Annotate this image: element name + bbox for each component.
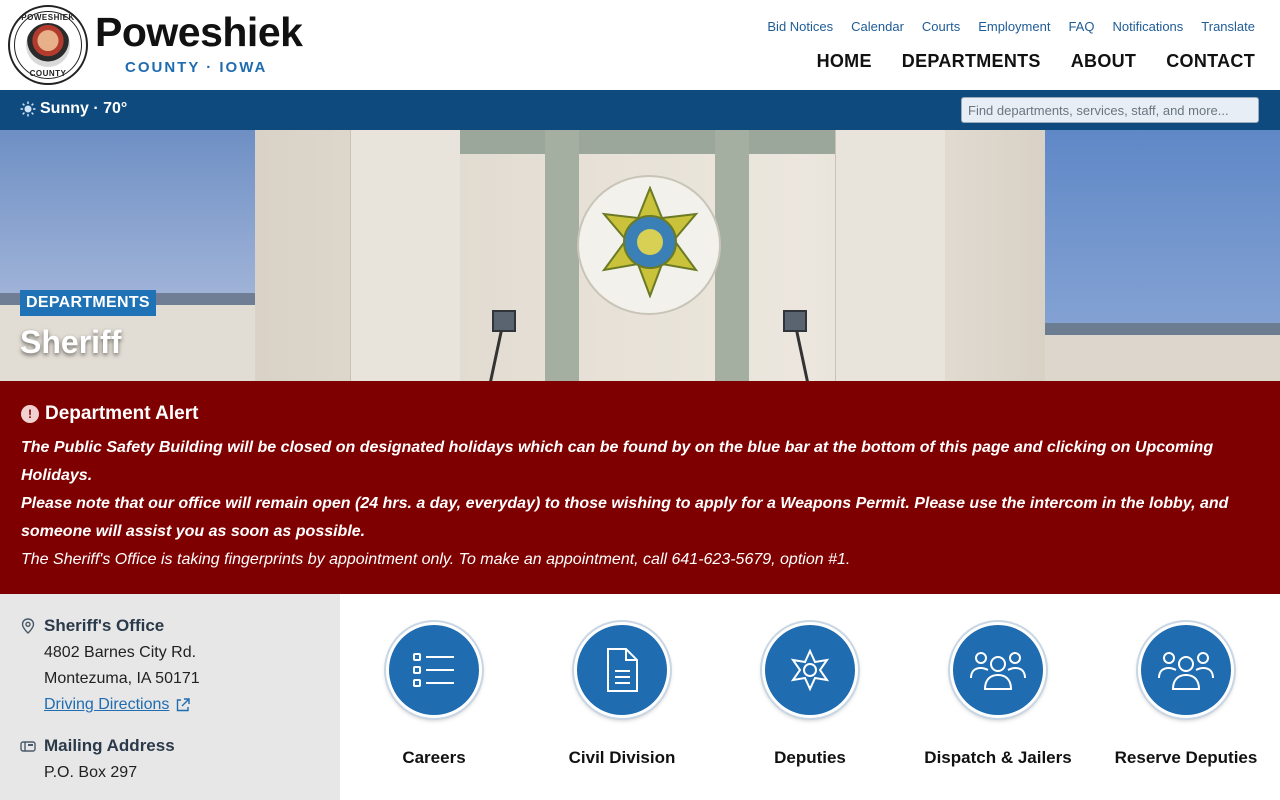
map-pin-icon [21,618,35,634]
hero-bg-wall-right [1045,335,1280,381]
quick-links: Careers Civil Division Deputies Dispatch… [340,594,1280,800]
site-header: POWESHIEK COUNTY Poweshiek COUNTY · IOWA… [0,0,1280,90]
nav-about[interactable]: ABOUT [1071,51,1137,72]
utility-link-bid-notices[interactable]: Bid Notices [767,19,833,34]
breadcrumb-departments[interactable]: DEPARTMENTS [20,290,156,316]
alert-header: ! Department Alert [21,403,1260,425]
county-seal-logo[interactable]: POWESHIEK COUNTY [8,5,88,85]
tile-circle [1138,622,1234,718]
utility-link-courts[interactable]: Courts [922,19,960,34]
site-subtitle: COUNTY · IOWA [125,59,268,76]
weather-search-bar: Sunny · 70° [0,90,1280,130]
sun-icon [20,101,36,117]
hero-bg-band [460,130,835,154]
hero-bg-ledge-right [1045,323,1280,335]
tile-circle [386,622,482,718]
office-title: Sheriff's Office [44,616,165,635]
document-icon [607,648,638,692]
contact-sidebar: Sheriff's Office 4802 Barnes City Rd. Mo… [0,594,340,800]
mailing-line1: P.O. Box 297 [44,764,138,781]
sheriff-star-icon [601,186,699,298]
alert-title: Department Alert [45,403,199,424]
seal-emblem [26,23,70,67]
tile-circle [762,622,858,718]
page-title: Sheriff [20,324,122,360]
tile-label: Deputies [774,748,846,767]
alert-line-weapons-permit: Please note that our office will remain … [21,495,1229,540]
external-link-icon [177,698,191,712]
tile-label: Dispatch & Jailers [924,748,1072,767]
driving-directions-link[interactable]: Driving Directions [44,692,191,718]
tile-circle [950,622,1046,718]
mailbox-icon [20,741,36,752]
weather-widget: Sunny · 70° [20,100,127,118]
tile-dispatch-jailers[interactable]: Dispatch & Jailers [908,622,1088,768]
site-search-input[interactable] [961,97,1259,123]
tile-civil-division[interactable]: Civil Division [532,622,712,768]
hero-banner: DEPARTMENTS Sheriff [0,130,1280,381]
utility-nav: Bid Notices Calendar Courts Employment F… [767,19,1255,34]
tile-reserve-deputies[interactable]: Reserve Deputies [1096,622,1276,768]
alert-line-holidays: The Public Safety Building will be close… [21,439,1214,484]
site-title[interactable]: Poweshiek [95,12,303,53]
tile-label: Careers [402,748,466,767]
group-icon [970,652,1026,690]
nav-departments[interactable]: DEPARTMENTS [902,51,1041,72]
nav-contact[interactable]: CONTACT [1166,51,1255,72]
group-icon [1158,652,1214,690]
utility-link-faq[interactable]: FAQ [1068,19,1094,34]
utility-link-notifications[interactable]: Notifications [1112,19,1183,34]
alert-line-fingerprints: The Sheriff's Office is taking fingerpri… [21,551,851,568]
nav-home[interactable]: HOME [817,51,872,72]
badge-icon [790,648,830,692]
driving-directions-label: Driving Directions [44,696,170,713]
main-nav: HOME DEPARTMENTS ABOUT CONTACT [817,51,1255,72]
utility-link-employment[interactable]: Employment [978,19,1050,34]
utility-link-translate[interactable]: Translate [1201,19,1255,34]
list-icon [413,653,454,687]
alert-exclamation-icon: ! [21,405,39,423]
department-alert: ! Department Alert The Public Safety Bui… [0,381,1280,594]
tile-careers[interactable]: Careers [344,622,524,768]
mailing-title: Mailing Address [44,736,175,755]
office-address-line2: Montezuma, IA 50171 [44,670,200,687]
tile-label: Civil Division [568,748,676,767]
hero-bg-pillar [545,130,579,381]
hero-bg-panel [350,130,460,381]
hero-bg-panel [835,130,945,381]
mailing-heading: Mailing Address [20,736,340,756]
seal-text-bottom: COUNTY [29,69,67,78]
wall-lamp [783,310,807,332]
seal-text-top: POWESHIEK [21,13,75,22]
tile-circle [574,622,670,718]
weather-text: Sunny · 70° [40,100,128,117]
utility-link-calendar[interactable]: Calendar [851,19,904,34]
wall-lamp [492,310,516,332]
office-heading: Sheriff's Office [20,616,340,636]
tile-deputies[interactable]: Deputies [720,622,900,768]
office-address-line1: 4802 Barnes City Rd. [44,644,197,661]
tile-label: Reserve Deputies [1114,748,1258,767]
